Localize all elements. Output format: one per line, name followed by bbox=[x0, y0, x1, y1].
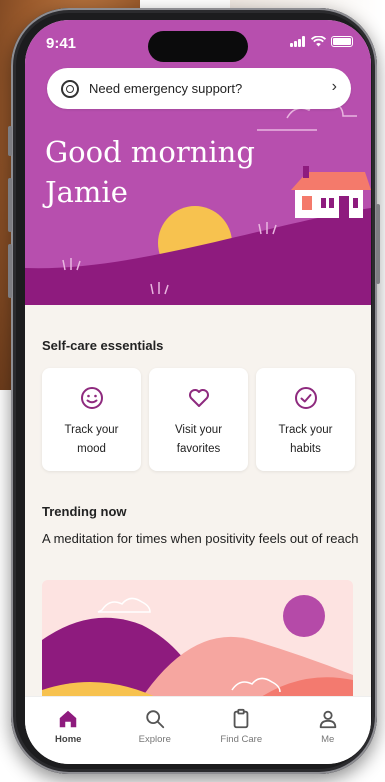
house-shape bbox=[291, 166, 371, 218]
emergency-support-label: Need emergency support? bbox=[89, 81, 243, 96]
tab-find-care[interactable]: Find Care bbox=[201, 697, 281, 764]
card-label-line-1: Visit your bbox=[174, 424, 223, 436]
battery-icon bbox=[331, 36, 353, 47]
bottom-tab-bar: Home Explore Find Care Me bbox=[25, 696, 371, 764]
status-bar: 9:41 bbox=[25, 20, 371, 64]
search-icon bbox=[146, 710, 164, 729]
tab-label: Explore bbox=[138, 734, 171, 745]
smile-icon bbox=[81, 387, 103, 409]
card-label-line-2: mood bbox=[77, 443, 106, 455]
greeting-text: Good morning Jamie bbox=[45, 132, 255, 212]
signal-icon bbox=[290, 36, 306, 47]
hero-header: 9:41 Need emergency support? › Good morn… bbox=[25, 20, 371, 305]
card-label: Track your mood bbox=[42, 421, 141, 459]
tab-label: Home bbox=[55, 734, 82, 745]
person-icon bbox=[319, 710, 336, 729]
card-track-mood[interactable]: Track your mood bbox=[42, 368, 141, 471]
greeting-name: Jamie bbox=[45, 175, 128, 209]
card-label-line-2: habits bbox=[290, 443, 321, 455]
card-track-habits[interactable]: Track your habits bbox=[256, 368, 355, 471]
wifi-icon bbox=[311, 36, 326, 47]
self-care-cards: Track your mood Visit your favorites Tra… bbox=[42, 368, 355, 471]
card-label: Track your habits bbox=[256, 421, 355, 459]
status-time: 9:41 bbox=[46, 35, 77, 52]
self-care-title: Self-care essentials bbox=[42, 338, 164, 353]
card-label-line-1: Track your bbox=[64, 424, 119, 436]
card-label: Visit your favorites bbox=[149, 421, 248, 459]
phone-volume-up-button bbox=[8, 178, 12, 232]
tab-me[interactable]: Me bbox=[288, 697, 368, 764]
phone-power-button bbox=[376, 204, 380, 284]
card-label-line-2: favorites bbox=[176, 443, 221, 455]
dynamic-island bbox=[148, 31, 248, 62]
greeting-line-1: Good morning bbox=[45, 135, 255, 169]
tab-label: Find Care bbox=[220, 734, 263, 745]
tab-label: Me bbox=[321, 734, 335, 745]
tab-explore[interactable]: Explore bbox=[115, 697, 195, 764]
trending-description[interactable]: A meditation for times when positivity f… bbox=[42, 528, 360, 549]
lifebuoy-icon bbox=[61, 79, 79, 98]
phone-action-button bbox=[8, 126, 12, 156]
clipboard-icon bbox=[233, 708, 249, 729]
status-icons bbox=[290, 36, 353, 47]
heart-icon bbox=[189, 389, 209, 407]
home-icon bbox=[60, 710, 77, 728]
tab-home[interactable]: Home bbox=[28, 697, 108, 764]
card-label-line-1: Track your bbox=[278, 424, 333, 436]
trending-title: Trending now bbox=[42, 504, 127, 519]
emergency-support-banner[interactable]: Need emergency support? › bbox=[47, 68, 351, 109]
card-visit-favorites[interactable]: Visit your favorites bbox=[149, 368, 248, 471]
phone-volume-down-button bbox=[8, 244, 12, 298]
app-screen: 9:41 Need emergency support? › Good morn… bbox=[25, 20, 371, 764]
chevron-right-icon: › bbox=[331, 78, 337, 95]
check-circle-icon bbox=[295, 387, 317, 409]
